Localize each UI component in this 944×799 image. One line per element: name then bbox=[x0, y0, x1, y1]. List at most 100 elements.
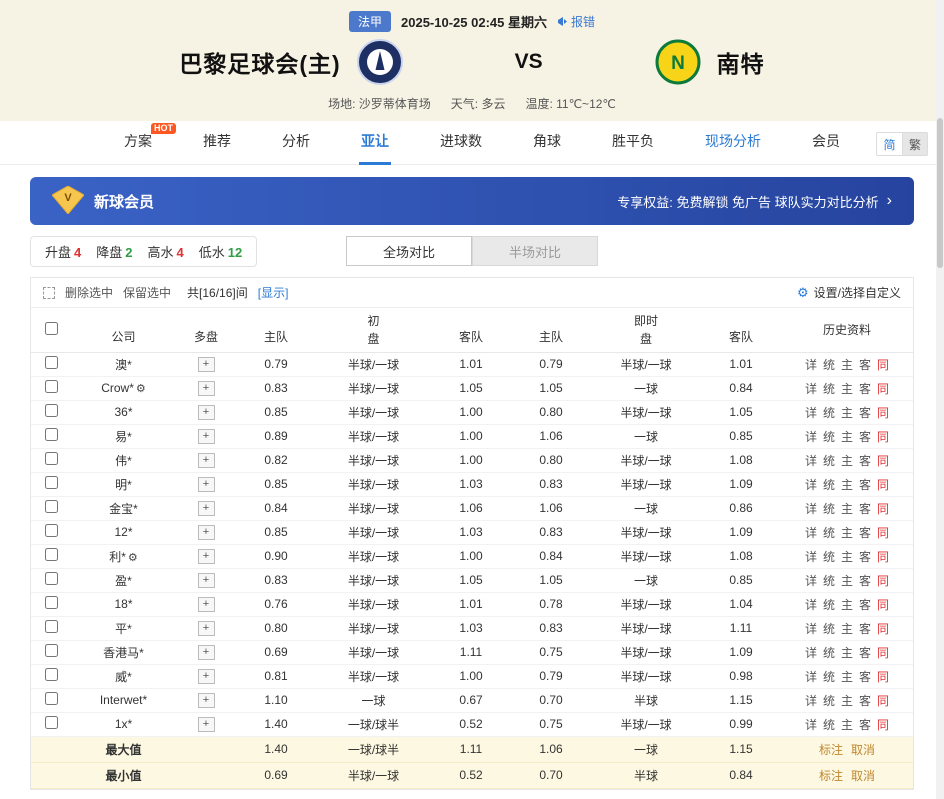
expand-odds-button[interactable]: + bbox=[198, 381, 215, 396]
history-link-2[interactable]: 统 bbox=[823, 622, 835, 636]
history-link-2[interactable]: 统 bbox=[823, 574, 835, 588]
history-link-4[interactable]: 客 bbox=[859, 382, 871, 396]
history-link-2[interactable]: 统 bbox=[823, 358, 835, 372]
expand-odds-button[interactable]: + bbox=[198, 501, 215, 516]
row-checkbox[interactable] bbox=[45, 356, 58, 369]
history-link-3[interactable]: 主 bbox=[841, 718, 853, 732]
history-link-4[interactable]: 客 bbox=[859, 526, 871, 540]
row-checkbox[interactable] bbox=[45, 452, 58, 465]
company-name[interactable]: 威* bbox=[115, 670, 132, 684]
history-link-3[interactable]: 主 bbox=[841, 430, 853, 444]
history-link-4[interactable]: 客 bbox=[859, 574, 871, 588]
history-link-3[interactable]: 主 bbox=[841, 670, 853, 684]
history-link-1[interactable]: 详 bbox=[805, 502, 817, 516]
row-checkbox[interactable] bbox=[45, 404, 58, 417]
show-link[interactable]: [显示] bbox=[258, 284, 289, 301]
history-link-5[interactable]: 同 bbox=[877, 502, 889, 516]
history-link-5[interactable]: 同 bbox=[877, 382, 889, 396]
tab-corners[interactable]: 角球 bbox=[531, 121, 563, 165]
history-link-1[interactable]: 详 bbox=[805, 598, 817, 612]
history-link-4[interactable]: 客 bbox=[859, 598, 871, 612]
expand-odds-button[interactable]: + bbox=[198, 429, 215, 444]
history-link-1[interactable]: 详 bbox=[805, 430, 817, 444]
row-checkbox[interactable] bbox=[45, 716, 58, 729]
history-link-5[interactable]: 同 bbox=[877, 430, 889, 444]
expand-odds-button[interactable]: + bbox=[198, 477, 215, 492]
history-link-4[interactable]: 客 bbox=[859, 502, 871, 516]
scrollbar[interactable] bbox=[936, 0, 944, 799]
history-link-4[interactable]: 客 bbox=[859, 646, 871, 660]
tab-analysis[interactable]: 分析 bbox=[280, 121, 312, 165]
half-match-toggle[interactable]: 半场对比 bbox=[472, 236, 598, 266]
expand-odds-button[interactable]: + bbox=[198, 453, 215, 468]
expand-odds-button[interactable]: + bbox=[198, 645, 215, 660]
history-link-2[interactable]: 统 bbox=[823, 598, 835, 612]
history-link-4[interactable]: 客 bbox=[859, 718, 871, 732]
row-checkbox[interactable] bbox=[45, 596, 58, 609]
history-link-2[interactable]: 统 bbox=[823, 694, 835, 708]
history-link-1[interactable]: 详 bbox=[805, 454, 817, 468]
row-checkbox[interactable] bbox=[45, 668, 58, 681]
history-link-2[interactable]: 统 bbox=[823, 646, 835, 660]
history-link-1[interactable]: 详 bbox=[805, 670, 817, 684]
history-link-1[interactable]: 详 bbox=[805, 646, 817, 660]
row-checkbox[interactable] bbox=[45, 572, 58, 585]
expand-odds-button[interactable]: + bbox=[198, 669, 215, 684]
row-checkbox[interactable] bbox=[45, 548, 58, 561]
history-link-1[interactable]: 详 bbox=[805, 574, 817, 588]
company-name[interactable]: 18* bbox=[114, 597, 132, 611]
history-link-2[interactable]: 统 bbox=[823, 430, 835, 444]
history-link-5[interactable]: 同 bbox=[877, 478, 889, 492]
history-link-5[interactable]: 同 bbox=[877, 526, 889, 540]
history-link-3[interactable]: 主 bbox=[841, 646, 853, 660]
company-name[interactable]: 利* bbox=[109, 550, 126, 564]
history-link-1[interactable]: 详 bbox=[805, 406, 817, 420]
company-name[interactable]: 金宝* bbox=[109, 502, 138, 516]
company-name[interactable]: 澳* bbox=[115, 358, 132, 372]
history-link-3[interactable]: 主 bbox=[841, 358, 853, 372]
history-link-2[interactable]: 统 bbox=[823, 670, 835, 684]
tab-asian-handicap[interactable]: 亚让 bbox=[359, 121, 391, 165]
expand-odds-button[interactable]: + bbox=[198, 405, 215, 420]
lang-simplified[interactable]: 简 bbox=[877, 133, 902, 155]
history-link-1[interactable]: 详 bbox=[805, 382, 817, 396]
tab-plan[interactable]: 方案 HOT bbox=[122, 121, 154, 165]
history-link-2[interactable]: 统 bbox=[823, 526, 835, 540]
history-link-5[interactable]: 同 bbox=[877, 406, 889, 420]
history-link-5[interactable]: 同 bbox=[877, 646, 889, 660]
vip-benefits-link[interactable]: 专享权益: 免费解锁 免广告 球队实力对比分析 › bbox=[617, 192, 892, 211]
company-name[interactable]: 香港马* bbox=[103, 646, 144, 660]
vip-banner[interactable]: V 新球会员 专享权益: 免费解锁 免广告 球队实力对比分析 › bbox=[30, 177, 914, 225]
row-checkbox[interactable] bbox=[45, 620, 58, 633]
expand-odds-button[interactable]: + bbox=[198, 717, 215, 732]
history-link-4[interactable]: 客 bbox=[859, 670, 871, 684]
history-link-4[interactable]: 客 bbox=[859, 406, 871, 420]
mark-link[interactable]: 标注 bbox=[819, 769, 843, 783]
tab-recommend[interactable]: 推荐 bbox=[201, 121, 233, 165]
company-name[interactable]: 易* bbox=[115, 430, 132, 444]
history-link-2[interactable]: 统 bbox=[823, 550, 835, 564]
expand-odds-button[interactable]: + bbox=[198, 621, 215, 636]
full-match-toggle[interactable]: 全场对比 bbox=[346, 236, 472, 266]
history-link-3[interactable]: 主 bbox=[841, 382, 853, 396]
company-name[interactable]: 12* bbox=[114, 525, 132, 539]
history-link-5[interactable]: 同 bbox=[877, 358, 889, 372]
history-link-3[interactable]: 主 bbox=[841, 454, 853, 468]
mark-link[interactable]: 标注 bbox=[819, 743, 843, 757]
lang-traditional[interactable]: 繁 bbox=[902, 133, 927, 155]
company-name[interactable]: Crow* bbox=[101, 381, 134, 395]
history-link-2[interactable]: 统 bbox=[823, 454, 835, 468]
expand-odds-button[interactable]: + bbox=[198, 573, 215, 588]
history-link-3[interactable]: 主 bbox=[841, 598, 853, 612]
history-link-5[interactable]: 同 bbox=[877, 694, 889, 708]
report-error-link[interactable]: 报错 bbox=[557, 13, 595, 30]
history-link-5[interactable]: 同 bbox=[877, 670, 889, 684]
history-link-4[interactable]: 客 bbox=[859, 358, 871, 372]
row-checkbox[interactable] bbox=[45, 524, 58, 537]
expand-odds-button[interactable]: + bbox=[198, 549, 215, 564]
history-link-4[interactable]: 客 bbox=[859, 694, 871, 708]
history-link-4[interactable]: 客 bbox=[859, 478, 871, 492]
history-link-2[interactable]: 统 bbox=[823, 502, 835, 516]
history-link-3[interactable]: 主 bbox=[841, 622, 853, 636]
history-link-3[interactable]: 主 bbox=[841, 502, 853, 516]
